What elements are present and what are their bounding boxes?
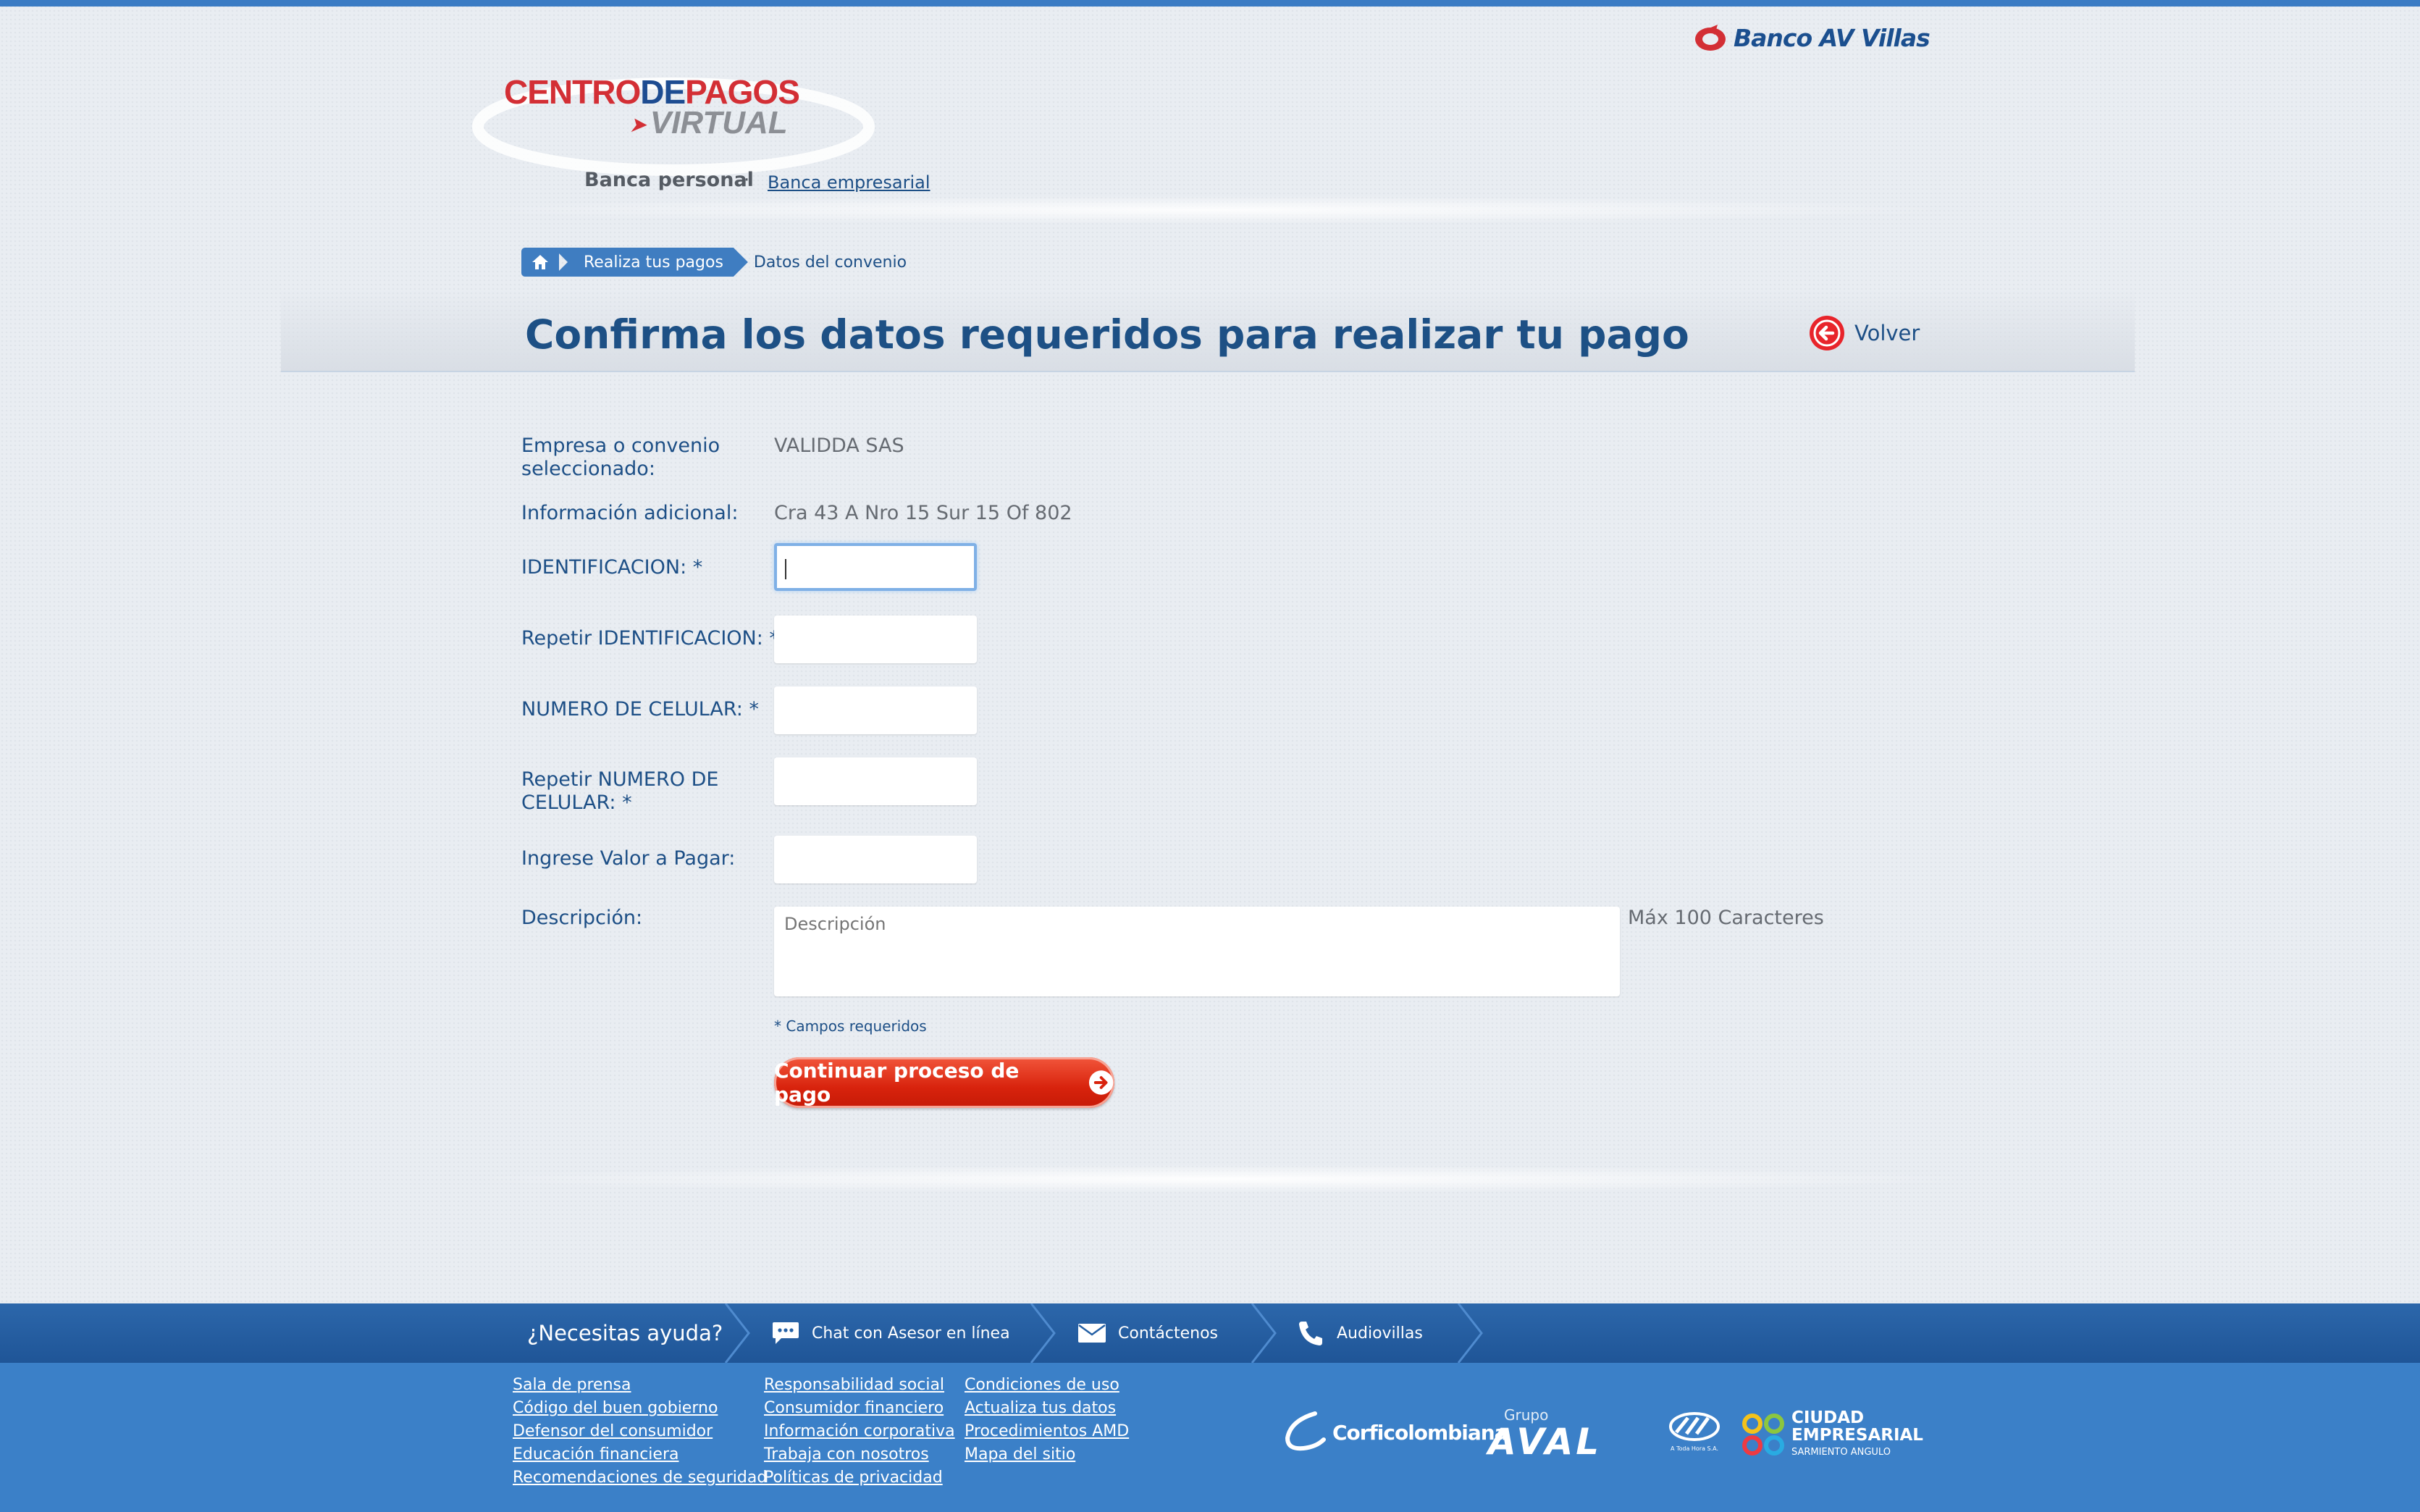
identificacion-label: IDENTIFICACION: * (521, 556, 703, 579)
continue-payment-label: Continuar proceso de pago (774, 1059, 1020, 1106)
atuservicio-icon (1669, 1412, 1720, 1441)
footer-link-codigo-buen-gobierno[interactable]: Código del buen gobierno (513, 1399, 767, 1417)
descripcion-textarea[interactable] (774, 907, 1620, 996)
nav-banca-personal[interactable]: Banca personal (584, 169, 754, 191)
breadcrumb: Realiza tus pagos Datos del convenio (521, 246, 907, 278)
nav-separator: · (744, 169, 750, 191)
ciudad-label: CIUDAD (1791, 1408, 1865, 1427)
celular-label: NUMERO DE CELULAR: * (521, 698, 759, 721)
help-title: ¿Necesitas ayuda? (527, 1321, 723, 1345)
atuservicio-logo[interactable]: A Toda Hora S.A. (1665, 1411, 1723, 1452)
empresarial-label: EMPRESARIAL (1791, 1426, 1923, 1445)
valor-input[interactable] (774, 836, 977, 883)
descripcion-label: Descripción: (521, 907, 643, 929)
footer-link-trabaja-con-nosotros[interactable]: Trabaja con nosotros (764, 1445, 955, 1463)
footer-link-actualiza-datos[interactable]: Actualiza tus datos (965, 1399, 1129, 1417)
ciudad-empresarial-icon (1742, 1414, 1784, 1456)
footer-link-recomendaciones-seguridad[interactable]: Recomendaciones de seguridad (513, 1469, 767, 1487)
footer-link-mapa-sitio[interactable]: Mapa del sitio (965, 1445, 1129, 1463)
breadcrumb-current: Datos del convenio (753, 253, 907, 272)
help-audiovillas-link[interactable]: Audiovillas (1296, 1303, 1423, 1363)
empresa-label: Empresa o convenio seleccionado: (521, 434, 720, 480)
footer-link-responsabilidad-social[interactable]: Responsabilidad social (764, 1376, 955, 1394)
centro-de-pagos-logo[interactable]: CENTRODEPAGOS ➤ VIRTUAL (463, 43, 898, 181)
footer-col-1: Sala de prensa Código del buen gobierno … (513, 1376, 767, 1487)
home-icon (532, 255, 548, 269)
nav-banca-empresarial[interactable]: Banca empresarial (768, 172, 930, 193)
breadcrumb-realiza-tus-pagos[interactable]: Realiza tus pagos (553, 248, 748, 277)
back-arrow-icon (1810, 316, 1844, 350)
footer-link-politicas-privacidad[interactable]: Políticas de privacidad (764, 1469, 955, 1487)
back-button[interactable]: Volver (1808, 314, 1920, 352)
footer (0, 1363, 2420, 1512)
bank-logo[interactable]: Banco AV Villas (1693, 22, 1930, 54)
identificacion-input[interactable] (774, 543, 977, 591)
footer-link-sala-de-prensa[interactable]: Sala de prensa (513, 1376, 767, 1394)
breadcrumb-home[interactable] (521, 248, 559, 277)
footer-link-procedimientos-amd[interactable]: Procedimientos AMD (965, 1422, 1129, 1440)
footer-col-3: Condiciones de uso Actualiza tus datos P… (965, 1376, 1129, 1463)
max-chars-note: Máx 100 Caracteres (1628, 907, 1824, 929)
envelope-icon (1078, 1324, 1106, 1343)
help-contact-link[interactable]: Contáctenos (1077, 1303, 1218, 1363)
grupo-label: Grupo (1504, 1406, 1549, 1424)
text-caret (785, 559, 786, 579)
footer-link-defensor-consumidor[interactable]: Defensor del consumidor (513, 1422, 767, 1440)
grupo-aval-logo[interactable]: Grupo AVAL (1488, 1406, 1602, 1460)
atuservicio-caption: A Toda Hora S.A. (1670, 1445, 1719, 1452)
info-adicional-label: Información adicional: (521, 502, 739, 524)
repetir-identificacion-input[interactable] (774, 616, 977, 663)
repetir-celular-input[interactable] (774, 757, 977, 805)
help-chat-link[interactable]: Chat con Asesor en línea (771, 1303, 1010, 1363)
corficolombiana-logo[interactable]: Corficolombiana (1282, 1411, 1508, 1454)
back-label: Volver (1854, 321, 1920, 345)
empresa-value: VALIDDA SAS (774, 434, 904, 457)
help-separator-icon (1251, 1303, 1277, 1363)
av-villas-logo-icon (1695, 25, 1726, 51)
logo-arrow-icon: ➤ (630, 113, 646, 135)
sarmiento-angulo-label: SARMIENTO ANGULO (1791, 1447, 1891, 1458)
help-separator-icon (1030, 1303, 1056, 1363)
required-fields-note: * Campos requeridos (774, 1017, 927, 1035)
phone-icon (1299, 1322, 1322, 1345)
footer-link-condiciones-uso[interactable]: Condiciones de uso (965, 1376, 1129, 1394)
arrow-right-circle-icon (1088, 1070, 1114, 1095)
aval-label: AVAL (1488, 1421, 1602, 1463)
page-title: Confirma los datos requeridos para reali… (525, 311, 1689, 358)
footer-link-educacion-financiera[interactable]: Educación financiera (513, 1445, 767, 1463)
footer-link-consumidor-financiero[interactable]: Consumidor financiero (764, 1399, 955, 1417)
logo-line2: ➤ VIRTUAL (630, 105, 788, 140)
repetir-identificacion-label: Repetir IDENTIFICACION: * (521, 627, 779, 650)
continue-payment-button[interactable]: Continuar proceso de pago (774, 1057, 1114, 1108)
repetir-celular-label: Repetir NUMERO DE CELULAR: * (521, 768, 719, 814)
top-accent-bar (0, 0, 2420, 7)
help-separator-icon (724, 1303, 750, 1363)
footer-link-informacion-corporativa[interactable]: Información corporativa (764, 1422, 955, 1440)
bank-name: Banco AV Villas (1734, 23, 1930, 52)
corficolombiana-swoosh-icon (1285, 1411, 1326, 1451)
footer-col-2: Responsabilidad social Consumidor financ… (764, 1376, 955, 1487)
header-divider (463, 196, 1955, 224)
celular-input[interactable] (774, 686, 977, 734)
help-separator-icon (1457, 1303, 1483, 1363)
ciudad-empresarial-logo[interactable]: CIUDAD EMPRESARIAL SARMIENTO ANGULO (1742, 1409, 1923, 1461)
info-adicional-value: Cra 43 A Nro 15 Sur 15 Of 802 (774, 502, 1072, 524)
chat-icon (773, 1322, 799, 1344)
valor-label: Ingrese Valor a Pagar: (521, 847, 736, 870)
content-divider (463, 1164, 1984, 1193)
